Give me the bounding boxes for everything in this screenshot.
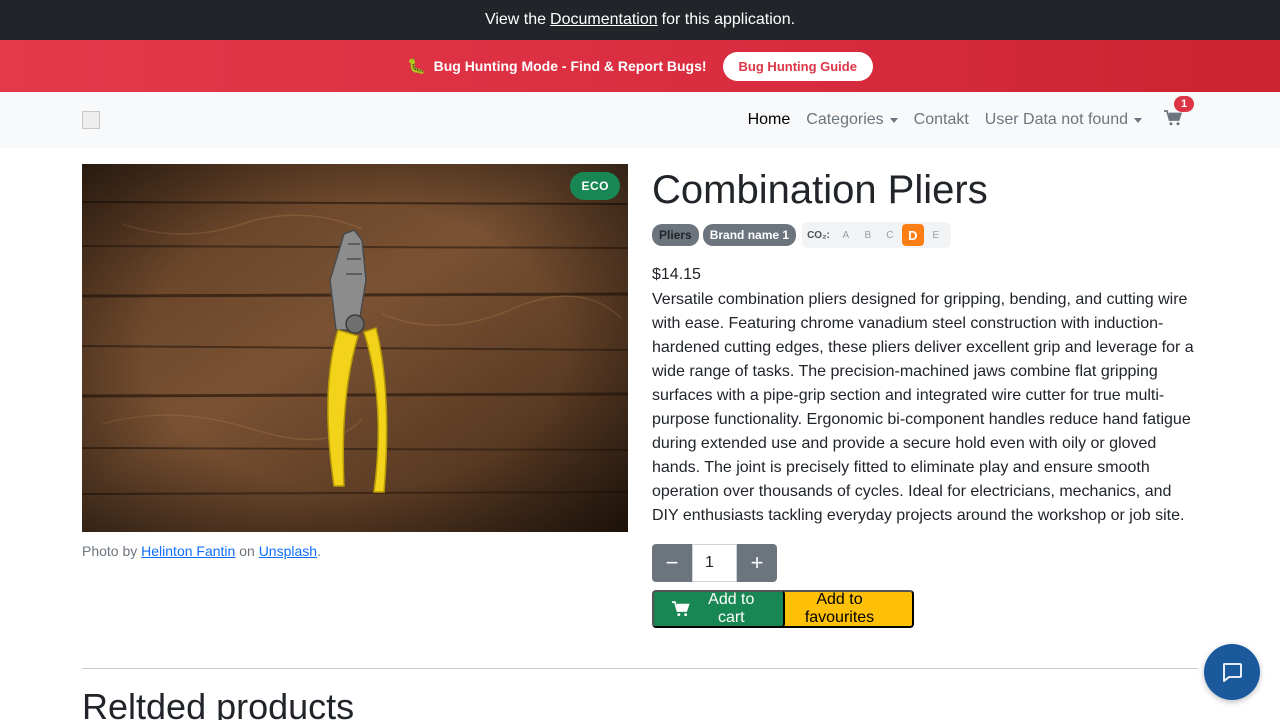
chat-button[interactable] [1204,644,1260,700]
co2-grade-a: A [842,229,850,241]
bug-hunting-banner: 🐛 Bug Hunting Mode - Find & Report Bugs!… [0,40,1280,92]
co2-grade-d: D [901,224,924,246]
add-to-favourites-button[interactable]: Add to favourites [778,590,914,628]
nav-item-contact-label: Contakt [913,111,969,128]
nav-item-user-menu[interactable]: User Data not found [977,111,1150,129]
bug-hunting-guide-button[interactable]: Bug Hunting Guide [722,51,873,81]
co2-rating: CO₂: A B C D E [802,222,951,248]
doc-banner-prefix: View the [484,11,547,28]
documentation-link[interactable]: Documentation [550,11,658,29]
cart-icon [672,601,690,617]
bug-banner-message-wrap: 🐛 Bug Hunting Mode - Find & Report Bugs! [407,57,707,75]
related-products-heading: Reltded products [82,686,355,720]
co2-grade-c: C [886,229,894,241]
bug-icon: 🐛 [407,58,426,75]
product-price: $14.15 [652,266,701,283]
category-tag: Pliers [652,224,699,246]
product-image-column: ECO Photo by Helinton Fantin on Unsplash… [82,164,628,559]
add-to-cart-button[interactable]: Add to cart [652,590,785,628]
section-divider [82,668,1198,669]
product-info-column: Combination Pliers Pliers Brand name 1 C… [652,164,1200,628]
add-to-cart-label: Add to cart [708,591,755,626]
credit-middle: on [239,543,255,559]
co2-grade-b: B [864,229,872,241]
co2-label: CO₂: [807,229,830,241]
nav-menu: Home Categories Contakt User Data not fo… [740,95,1198,131]
increase-quantity-button[interactable]: + [737,544,777,582]
eco-badge: ECO [570,172,620,200]
pliers-photo [82,164,628,532]
product-title: Combination Pliers [652,168,988,212]
product-tags: Pliers Brand name 1 CO₂: A B C D E [652,222,1200,248]
product-image: ECO [82,164,628,532]
photo-site-link[interactable]: Unsplash [259,543,317,559]
nav-item-categories[interactable]: Categories [798,111,905,129]
bug-banner-message: Bug Hunting Mode - Find & Report Bugs! [433,58,707,74]
decrease-quantity-button[interactable]: − [652,544,692,582]
cart-link[interactable]: 1 [1164,95,1195,131]
nav-item-user-label: User Data not found [984,111,1128,128]
nav-item-contact[interactable]: Contakt [906,111,977,129]
nav-item-categories-label: Categories [806,111,884,128]
quantity-stepper: − 1 + [652,544,777,582]
brand-tag: Brand name 1 [702,224,797,246]
quantity-input[interactable]: 1 [692,544,737,582]
photo-author-link[interactable]: Helinton Fantin [141,543,235,559]
cart-count-badge: 1 [1174,95,1195,112]
chevron-down-icon [889,117,898,123]
credit-prefix: Photo by [82,543,138,559]
photo-credit: Photo by Helinton Fantin on Unsplash. [82,543,628,559]
brand-logo[interactable] [82,111,100,129]
documentation-banner: View the Documentation for this applicat… [0,0,1280,40]
product-description: Versatile combination pliers designed fo… [652,291,1194,524]
chevron-down-icon [1134,117,1142,123]
chat-icon [1223,663,1242,682]
co2-grade-e: E [932,229,940,241]
doc-banner-suffix: for this application. [661,11,796,28]
cart-icon [1164,109,1183,125]
credit-suffix: . [317,543,321,559]
nav-item-home-label: Home [747,111,791,128]
main-navbar: Home Categories Contakt User Data not fo… [0,92,1280,148]
nav-item-home[interactable]: Home [740,111,799,129]
product-actions: Add to favourites Add to cart [652,590,1200,628]
